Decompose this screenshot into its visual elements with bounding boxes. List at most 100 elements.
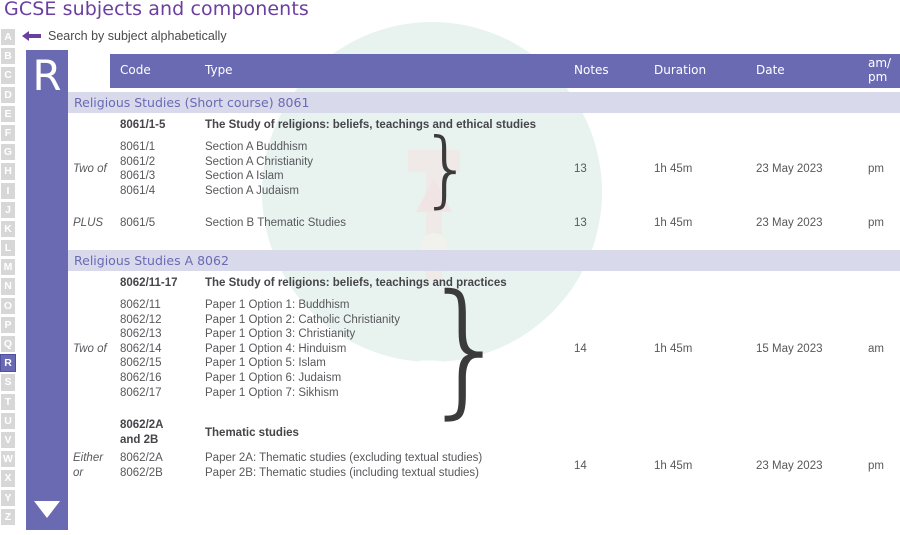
row-type: Section A Judaism <box>205 184 299 197</box>
alpha-button-o[interactable]: O <box>0 296 16 315</box>
row-type: Paper 1 Option 5: Islam <box>205 357 326 370</box>
group-code: 8062/11-17 <box>120 277 178 289</box>
alpha-button-f[interactable]: F <box>0 123 16 143</box>
row-type: Paper 2A: Thematic studies (excluding te… <box>205 452 483 465</box>
row-code: 8062/16 <box>120 372 162 384</box>
alpha-button-z[interactable]: Z <box>0 507 16 526</box>
alpha-button-u[interactable]: U <box>0 411 16 430</box>
alphabet-rail[interactable]: ABCDEFGHIJKLMNOPQRSTUVWXYZ <box>0 28 18 526</box>
search-hint-label: Search by subject alphabetically <box>48 29 227 43</box>
group-type: Thematic studies <box>205 426 299 439</box>
row-date: 23 May 2023 <box>756 162 823 175</box>
page-root: TestDaily GCSE subjects and components S… <box>0 0 900 535</box>
alpha-button-v[interactable]: V <box>0 430 16 450</box>
row-code: 8061/2 <box>120 155 156 168</box>
row-type: Section A Islam <box>205 170 284 183</box>
row-ampm: pm <box>868 162 884 175</box>
group-type: The Study of religions: beliefs, teachin… <box>205 119 537 131</box>
alpha-button-n[interactable]: N <box>0 277 16 296</box>
row-duration: 1h 45m <box>654 342 693 355</box>
row-type: Paper 1 Option 6: Judaism <box>205 372 342 384</box>
group-qualifier: PLUS <box>73 217 104 230</box>
row-code: 8062/2B <box>120 467 163 479</box>
alpha-button-m[interactable]: M <box>0 258 16 277</box>
column-header-notes: Notes <box>574 63 609 77</box>
row-type: Paper 1 Option 2: Catholic Christianity <box>205 313 400 326</box>
row-notes: 13 <box>574 217 587 230</box>
alpha-button-l[interactable]: L <box>0 239 16 258</box>
alpha-button-x[interactable]: X <box>0 469 16 488</box>
row-date: 23 May 2023 <box>756 459 823 472</box>
row-code: 8062/17 <box>120 386 162 399</box>
subjects-table: Code Type Notes Duration Date am/pm Religious… <box>68 50 900 535</box>
row-type: Paper 1 Option 3: Christianity <box>205 328 356 341</box>
group-qualifier: Two of <box>73 162 107 175</box>
group-code: 8062/2A <box>120 419 164 432</box>
search-hint[interactable]: Search by subject alphabetically <box>22 29 227 43</box>
alpha-button-h[interactable]: H <box>0 162 16 181</box>
row-ampm: pm <box>868 217 884 230</box>
alpha-button-i[interactable]: I <box>0 181 16 200</box>
alpha-button-y[interactable]: Y <box>0 488 16 507</box>
row-code: 8061/1 <box>120 141 156 153</box>
row-ampm: pm <box>868 459 884 472</box>
row-type: Section A Buddhism <box>205 141 308 153</box>
alpha-button-q[interactable]: Q <box>0 335 16 354</box>
alpha-button-r[interactable]: R <box>0 354 16 373</box>
row-code: 8062/13 <box>120 328 162 341</box>
row-type: Paper 1 Option 4: Hinduism <box>205 342 347 355</box>
arrow-left-icon <box>22 31 41 41</box>
row-code: 8062/2A <box>120 452 163 465</box>
alpha-button-g[interactable]: G <box>0 143 16 162</box>
column-header-ampm: am/pm <box>868 56 892 84</box>
row-notes: 13 <box>574 162 587 175</box>
table-header-row: Code Type Notes Duration Date am/pm <box>110 54 900 88</box>
column-header-date: Date <box>756 63 785 77</box>
alpha-button-w[interactable]: W <box>0 450 16 469</box>
section-header[interactable]: Religious Studies (Short course) 8061 <box>68 92 900 113</box>
row-code: 8062/12 <box>120 313 162 326</box>
triangle-down-icon[interactable] <box>34 501 60 518</box>
group-brace-icon: } <box>420 264 513 433</box>
row-duration: 1h 45m <box>654 162 693 175</box>
alpha-button-a[interactable]: A <box>0 28 16 47</box>
group-code: 8061/1-5 <box>120 119 166 131</box>
alpha-button-b[interactable]: B <box>0 47 16 66</box>
alpha-button-e[interactable]: E <box>0 104 16 123</box>
row-type: Section B Thematic Studies <box>205 217 347 230</box>
group-qualifier: Either <box>73 452 104 465</box>
alpha-button-s[interactable]: S <box>0 373 16 392</box>
column-header-duration: Duration <box>654 63 707 77</box>
alpha-button-t[interactable]: T <box>0 392 16 411</box>
row-notes: 14 <box>574 459 587 472</box>
alpha-button-p[interactable]: P <box>0 315 16 334</box>
alpha-button-j[interactable]: J <box>0 200 16 219</box>
row-code: 8062/11 <box>120 299 161 311</box>
row-code: 8061/5 <box>120 217 156 230</box>
row-date: 23 May 2023 <box>756 217 823 230</box>
current-letter: R <box>32 51 62 100</box>
row-type: Paper 2B: Thematic studies (including te… <box>205 467 480 479</box>
column-header-code: Code <box>120 63 151 77</box>
row-code: 8062/14 <box>120 342 162 355</box>
row-date: 15 May 2023 <box>756 342 823 355</box>
row-type: Section A Christianity <box>205 155 314 168</box>
alpha-button-c[interactable]: C <box>0 66 16 85</box>
group-brace-icon: } <box>420 120 473 217</box>
row-code: 8061/3 <box>120 170 156 183</box>
row-code: 8062/15 <box>120 357 162 370</box>
alpha-button-d[interactable]: D <box>0 85 16 104</box>
group-qualifier: or <box>73 467 84 479</box>
row-notes: 14 <box>574 342 587 355</box>
row-duration: 1h 45m <box>654 217 693 230</box>
alpha-button-k[interactable]: K <box>0 219 16 239</box>
row-code: 8061/4 <box>120 184 156 197</box>
row-type: Paper 1 Option 1: Buddhism <box>205 299 350 311</box>
row-duration: 1h 45m <box>654 459 693 472</box>
group-code: and 2B <box>120 433 159 446</box>
column-header-type: Type <box>205 63 233 77</box>
row-ampm: am <box>868 342 884 355</box>
group-qualifier: Two of <box>73 342 107 355</box>
page-title: GCSE subjects and components <box>4 0 309 20</box>
letter-panel: R <box>26 50 68 530</box>
